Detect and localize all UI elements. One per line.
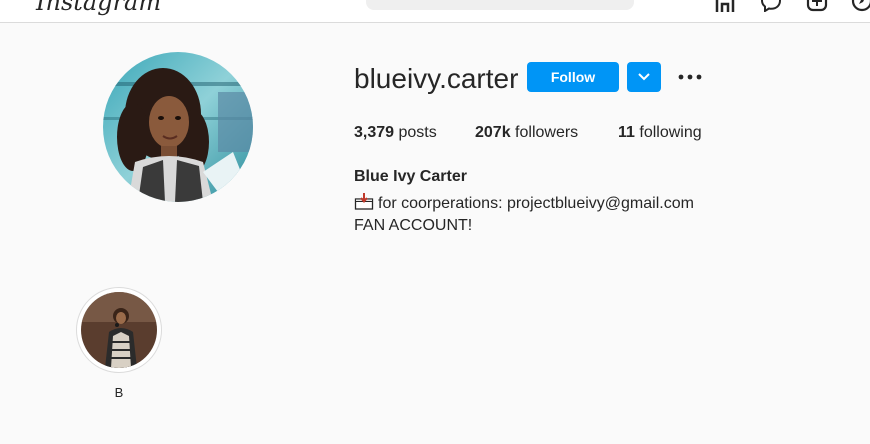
- instagram-logo[interactable]: Instagram: [36, 0, 161, 16]
- suggested-accounts-dropdown-button[interactable]: [627, 62, 661, 92]
- top-navigation-bar: Instagram: [0, 0, 870, 23]
- profile-username: blueivy.carter: [354, 63, 519, 94]
- bio-line-1: for coorperations: projectblueivy@gmail.…: [354, 192, 694, 213]
- following-label: following: [634, 124, 702, 141]
- profile-avatar[interactable]: [103, 52, 253, 202]
- following-count: 11: [618, 124, 635, 141]
- inbox-tray-icon: [354, 193, 374, 210]
- profile-full-name: Blue Ivy Carter: [354, 168, 467, 185]
- posts-stat: 3,379 posts: [354, 124, 437, 142]
- highlight-cover: [81, 292, 157, 368]
- follow-button[interactable]: Follow: [527, 62, 619, 92]
- followers-count: 207k: [475, 124, 511, 141]
- posts-label: posts: [394, 124, 437, 141]
- more-options-button[interactable]: [676, 64, 704, 90]
- profile-photo: [103, 52, 253, 202]
- highlight-cover-image: [81, 292, 157, 368]
- highlight-label: B: [114, 385, 124, 400]
- bio-line-2: FAN ACCOUNT!: [354, 217, 473, 234]
- following-stat[interactable]: 11 following: [618, 124, 702, 142]
- messenger-icon[interactable]: [760, 0, 782, 12]
- followers-label: followers: [510, 124, 579, 141]
- story-highlight[interactable]: [76, 287, 162, 373]
- posts-count: 3,379: [354, 124, 395, 141]
- followers-stat[interactable]: 207k followers: [475, 124, 578, 142]
- more-horizontal-icon: [678, 74, 702, 80]
- explore-icon[interactable]: [851, 0, 870, 12]
- bio-contact-text: for coorperations: projectblueivy@gmail.…: [378, 195, 694, 212]
- search-input[interactable]: [366, 0, 634, 10]
- chevron-down-icon: [638, 73, 650, 81]
- new-post-icon[interactable]: [806, 0, 828, 12]
- home-icon[interactable]: [714, 0, 736, 12]
